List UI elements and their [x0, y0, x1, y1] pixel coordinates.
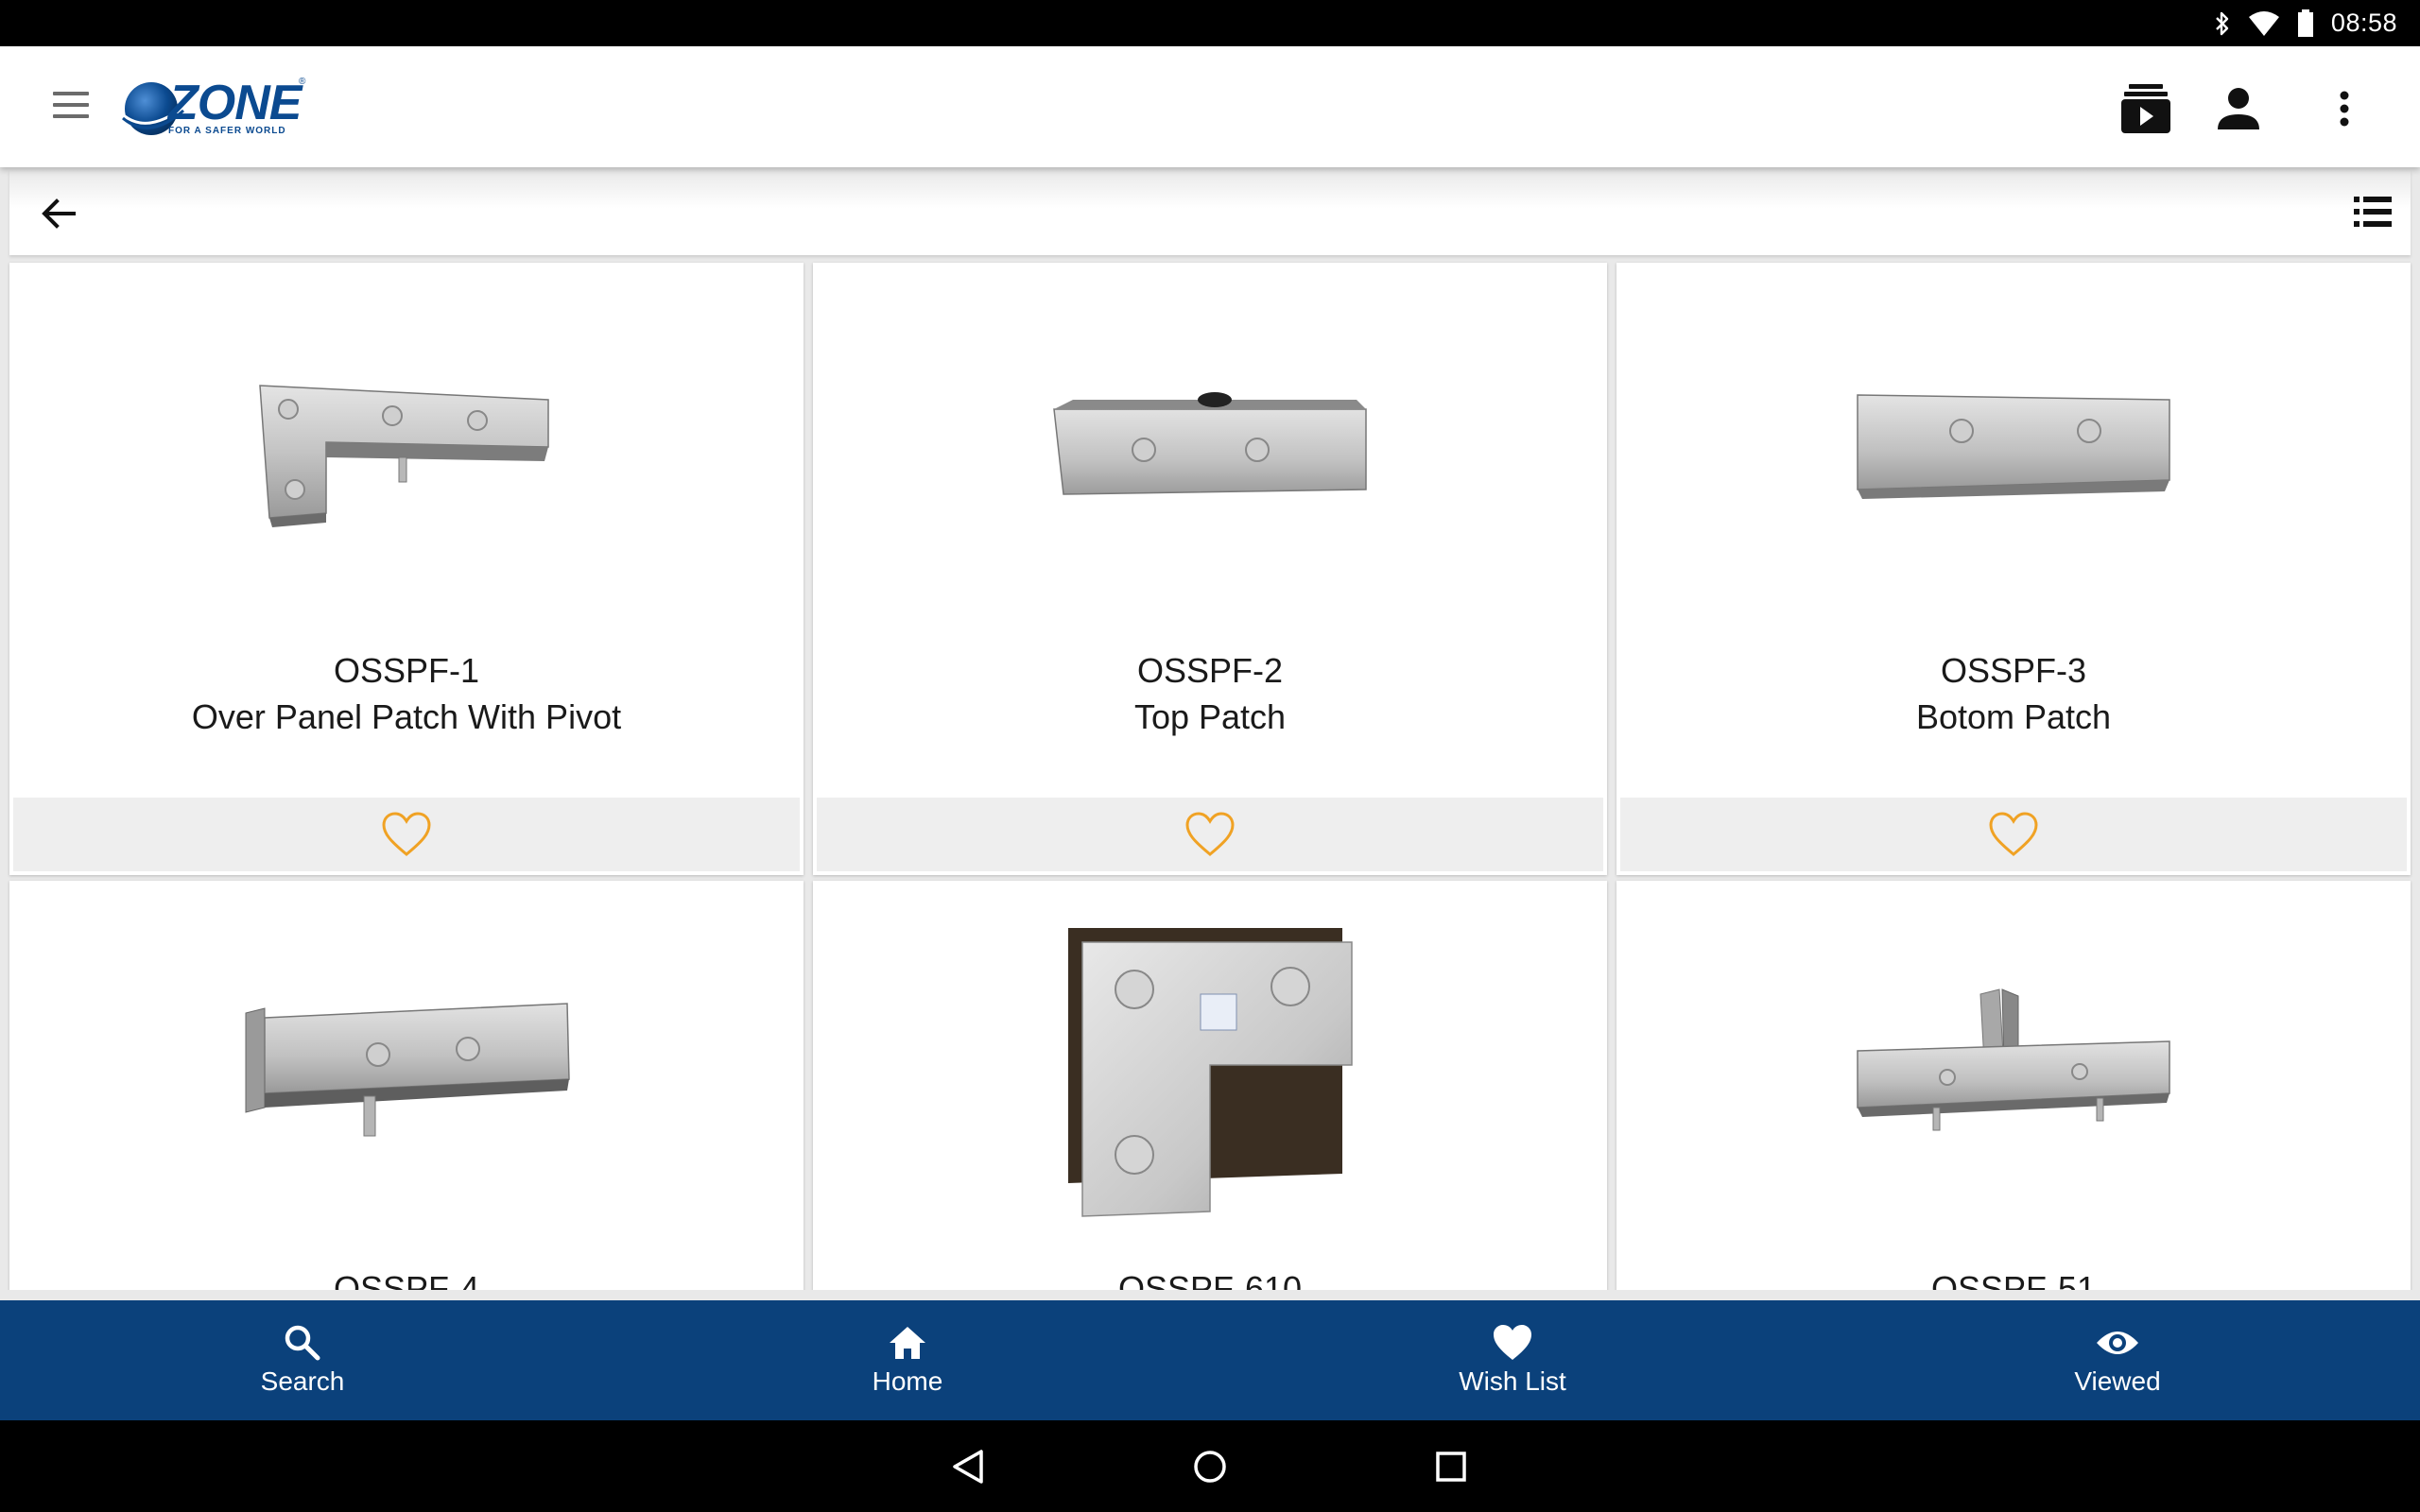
home-icon — [890, 1327, 925, 1359]
product-name: Botom Patch — [1915, 697, 2112, 736]
list-view-icon[interactable] — [2354, 195, 2399, 232]
app-screen: 08:58 ZONE ® FOR A SAFER WORLD OSSPF-1 O… — [0, 0, 2420, 1512]
arrow-back-icon[interactable] — [32, 193, 89, 234]
heart-icon — [1494, 1325, 1531, 1360]
product-code: OSSPF-610 — [1117, 1269, 1303, 1290]
heart-outline-icon — [1185, 812, 1235, 856]
over-panel-patch-image — [9, 263, 804, 641]
eye-icon — [2097, 1332, 2138, 1354]
logo-tagline: FOR A SAFER WORLD — [168, 126, 286, 136]
nav-search-label: Search — [260, 1366, 345, 1396]
product-card[interactable]: OSSPF-1 Over Panel Patch With Pivot — [9, 263, 804, 875]
add-to-wishlist-button[interactable] — [1620, 798, 2407, 871]
hamburger-menu-icon[interactable] — [49, 84, 100, 129]
product-grid[interactable]: OSSPF-1 Over Panel Patch With Pivot OSSP… — [0, 257, 2420, 1290]
logo-registered-mark: ® — [299, 77, 306, 87]
product-card[interactable]: OSSPF-3 Botom Patch — [1616, 263, 2411, 875]
bottom-navigation: Search Home Wish List Viewed — [0, 1300, 2420, 1420]
back-triangle-icon[interactable] — [945, 1443, 993, 1490]
patch-fitting-image — [9, 881, 804, 1259]
more-vert-icon[interactable] — [2316, 80, 2373, 137]
heart-outline-icon — [1989, 812, 2038, 856]
corner-patch-image — [813, 881, 1607, 1259]
nav-home-label: Home — [872, 1366, 943, 1396]
nav-search[interactable]: Search — [0, 1300, 605, 1420]
heart-outline-icon — [382, 812, 431, 856]
status-bar: 08:58 — [0, 0, 2420, 46]
nav-home[interactable]: Home — [605, 1300, 1210, 1420]
product-name: Top Patch — [1133, 697, 1287, 736]
account-icon[interactable] — [2210, 80, 2267, 137]
top-patch-image — [813, 263, 1607, 641]
add-to-wishlist-button[interactable] — [13, 798, 800, 871]
recents-square-icon[interactable] — [1427, 1443, 1475, 1490]
system-navigation-bar — [0, 1420, 2420, 1512]
battery-icon — [2297, 9, 2313, 37]
product-code: OSSPF-3 — [1940, 651, 2087, 690]
bottom-patch-image — [1616, 263, 2411, 641]
ozone-logo[interactable]: ZONE ® FOR A SAFER WORLD — [119, 75, 318, 141]
product-code: OSSPF-2 — [1136, 651, 1284, 690]
add-to-wishlist-button[interactable] — [817, 798, 1603, 871]
wifi-icon — [2248, 10, 2279, 36]
product-card[interactable]: OSSPF-2 Top Patch — [813, 263, 1607, 875]
nav-viewed[interactable]: Viewed — [1815, 1300, 2420, 1420]
product-code: OSSPF-51 — [1930, 1269, 2097, 1290]
sub-toolbar — [9, 170, 2411, 255]
nav-viewed-label: Viewed — [2074, 1366, 2161, 1396]
product-card[interactable]: OSSPF-610 — [813, 881, 1607, 1290]
video-gallery-icon[interactable] — [2118, 80, 2174, 137]
logo-wordmark: ZONE — [168, 76, 302, 130]
product-name: Over Panel Patch With Pivot — [191, 697, 622, 736]
status-clock: 08:58 — [2330, 9, 2397, 37]
transom-patch-image — [1616, 881, 2411, 1259]
nav-wishlist-label: Wish List — [1459, 1366, 1566, 1396]
home-circle-icon[interactable] — [1186, 1443, 1234, 1490]
product-code: OSSPF-4 — [333, 1269, 480, 1290]
app-bar: ZONE ® FOR A SAFER WORLD — [0, 46, 2420, 167]
nav-wishlist[interactable]: Wish List — [1210, 1300, 1815, 1420]
product-card[interactable]: OSSPF-51 — [1616, 881, 2411, 1290]
product-card[interactable]: OSSPF-4 — [9, 881, 804, 1290]
product-code: OSSPF-1 — [333, 651, 480, 690]
bluetooth-icon — [2216, 11, 2229, 35]
search-icon — [285, 1325, 320, 1361]
